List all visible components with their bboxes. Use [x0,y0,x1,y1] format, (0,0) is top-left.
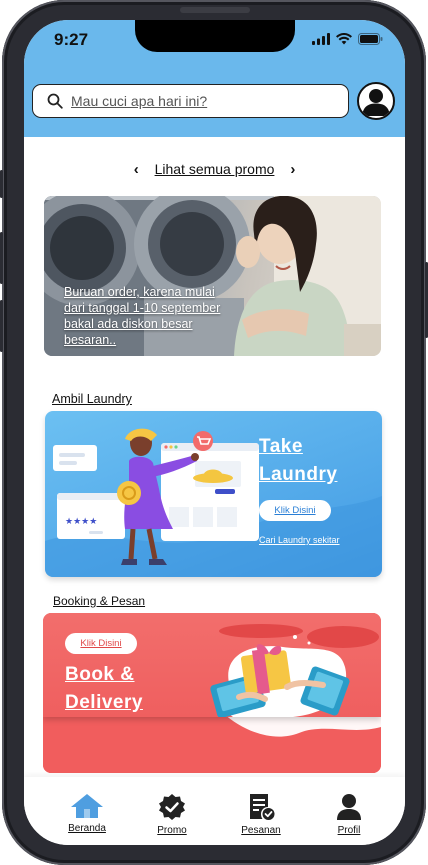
take-laundry-title: Take Laundry [259,436,338,485]
receipt-icon [250,794,275,820]
mute-switch [0,170,3,198]
search-bar[interactable] [32,84,349,118]
user-icon [337,794,361,820]
nav-label-pesanan: Pesanan [241,825,281,836]
volume-down-button [0,300,3,352]
header: 9:27 [24,20,405,137]
book-delivery-button[interactable]: Klik Disini [65,633,137,654]
search-input[interactable] [71,93,321,109]
status-icons [312,33,383,45]
book-delivery-title: Book & Delivery [65,664,143,713]
promo-prev-button[interactable]: ‹ [126,161,147,178]
section-title-ambil-laundry: Ambil Laundry [52,392,132,406]
battery-icon [358,33,383,45]
take-laundry-button[interactable]: Klik Disini [259,500,331,521]
profile-avatar-button[interactable] [357,82,395,120]
status-time: 9:27 [54,30,89,49]
bottom-navigation: Beranda Promo Pesanan Profil [24,777,405,845]
nav-item-beranda[interactable]: Beranda [52,793,122,834]
find-nearby-laundry-link[interactable]: Cari Laundry sekitar [259,535,340,545]
search-icon [47,93,63,109]
promo-banner-text: Buruan order, karena mulai dari tanggal … [64,285,221,347]
wifi-icon [336,33,352,45]
book-delivery-card[interactable]: Klik Disini Book & Delivery [43,613,381,773]
promo-badge-icon [159,794,185,820]
svg-text:★★★★: ★★★★ [65,517,97,527]
promo-banner[interactable]: Buruan order, karena mulai dari tanggal … [44,196,381,356]
nav-label-profil: Profil [337,825,361,836]
nav-item-pesanan[interactable]: Pesanan [226,793,296,836]
app-screen: 9:27 Mau cuci apa hari ini? ‹ Lihat semu… [24,20,405,845]
volume-up-button [0,232,3,284]
nav-item-promo[interactable]: Promo [137,793,207,836]
section-title-booking: Booking & Pesan [53,594,146,608]
book-card-wave-decoration [43,713,381,773]
nav-label-beranda: Beranda [68,823,106,834]
speaker-grille [180,7,250,13]
promo-next-button[interactable]: › [282,161,303,178]
nav-item-profil[interactable]: Profil [314,793,384,836]
promo-navigator: ‹ Lihat semua promo › [24,160,405,178]
notch [135,20,295,52]
user-avatar-icon [362,89,390,116]
see-all-promo-link[interactable]: Lihat semua promo [151,161,279,177]
take-laundry-card[interactable]: ★★★★ Take Laundry Klik Disini Cari Laund… [45,411,382,577]
nav-label-promo: Promo [157,825,187,836]
home-icon [71,794,103,818]
signal-icon [312,33,330,45]
